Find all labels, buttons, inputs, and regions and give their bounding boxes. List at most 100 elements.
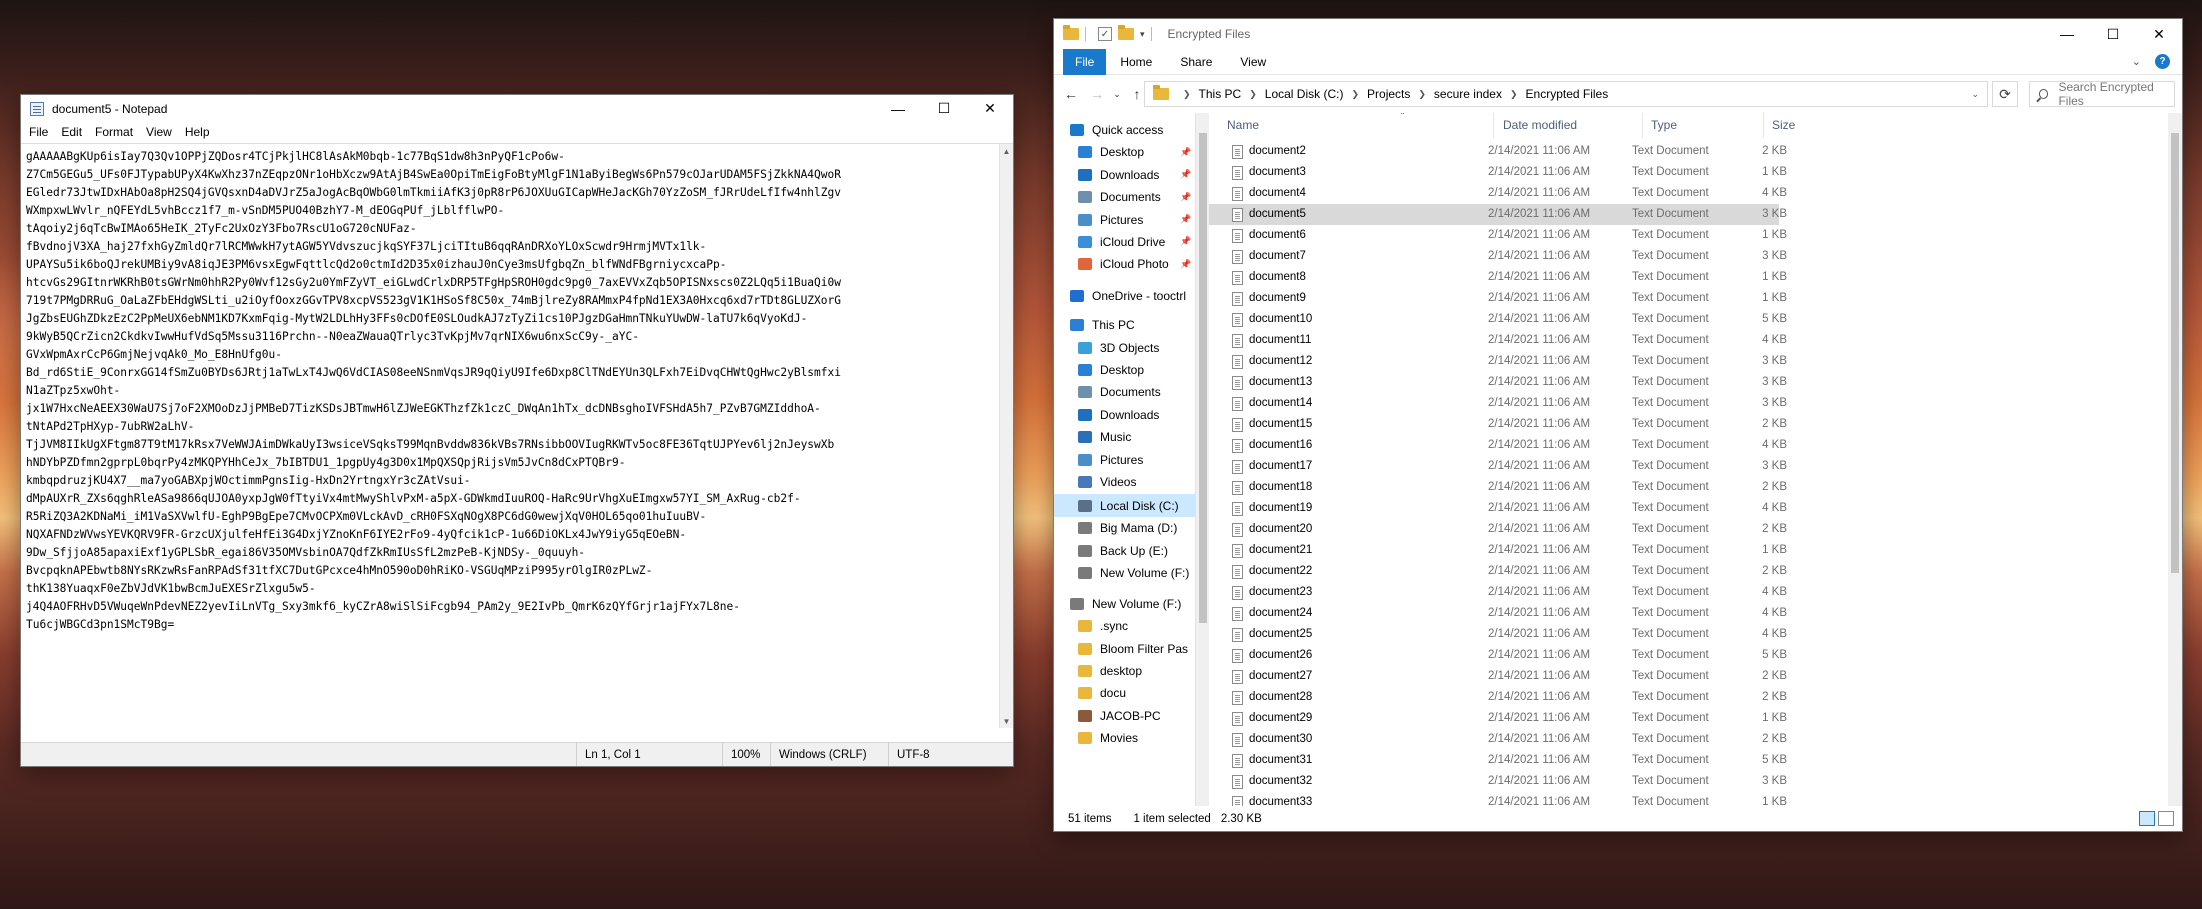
nav-item[interactable]: Documents 📌 <box>1054 186 1191 209</box>
table-row[interactable]: document22 2/14/2021 11:06 AM Text Documen… <box>1209 561 1787 582</box>
nav-item[interactable]: iCloud Drive 📌 <box>1054 230 1191 253</box>
nav-item[interactable]: Downloads <box>1054 403 1159 426</box>
nav-item[interactable]: New Volume (F:) <box>1054 592 1181 615</box>
pin-icon[interactable]: 📌 <box>1180 214 1191 225</box>
table-row[interactable]: document27 2/14/2021 11:06 AM Text Documen… <box>1209 666 1787 687</box>
column-header-type[interactable]: Type <box>1643 113 1764 138</box>
file-list[interactable]: ⌃ Name Date modified Type Size document2… <box>1209 113 2182 806</box>
table-row[interactable]: document33 2/14/2021 11:06 AM Text Documen… <box>1209 792 1787 806</box>
nav-item[interactable]: 3D Objects <box>1054 336 1159 359</box>
nav-item[interactable]: .sync <box>1054 615 1128 638</box>
notepad-titlebar[interactable]: document5 - Notepad — ☐ ✕ <box>21 95 1013 122</box>
table-row[interactable]: document19 2/14/2021 11:06 AM Text Documen… <box>1209 498 1787 519</box>
table-row[interactable]: document5 2/14/2021 11:06 AM Text Document… <box>1209 204 1787 225</box>
table-row[interactable]: document20 2/14/2021 11:06 AM Text Documen… <box>1209 519 1787 540</box>
maximize-button[interactable]: ☐ <box>921 95 967 122</box>
large-icons-view-icon[interactable] <box>2158 811 2174 826</box>
tab-home[interactable]: Home <box>1106 49 1166 75</box>
breadcrumb-encrypted-files[interactable]: Encrypted Files <box>1526 87 1609 101</box>
table-row[interactable]: document4 2/14/2021 11:06 AM Text Document… <box>1209 183 1787 204</box>
details-view-icon[interactable] <box>2139 811 2155 826</box>
table-row[interactable]: document28 2/14/2021 11:06 AM Text Documen… <box>1209 687 1787 708</box>
column-header-date[interactable]: Date modified <box>1495 113 1643 138</box>
nav-item[interactable]: This PC <box>1054 314 1135 337</box>
search-input[interactable]: Search Encrypted Files <box>2029 80 2175 108</box>
chevron-right-icon[interactable]: ❯ <box>1351 89 1359 100</box>
scroll-up-arrow-icon[interactable]: ▲ <box>1000 144 1013 158</box>
address-bar[interactable]: ❯ This PC ❯ Local Disk (C:) ❯ Projects ❯… <box>1144 81 1988 107</box>
minimize-button[interactable]: — <box>875 95 921 122</box>
notepad-window[interactable]: document5 - Notepad — ☐ ✕ File Edit Form… <box>21 95 1013 766</box>
recent-locations-icon[interactable]: ⌄ <box>1110 89 1124 100</box>
menu-edit[interactable]: Edit <box>61 125 82 139</box>
table-row[interactable]: document9 2/14/2021 11:06 AM Text Document… <box>1209 288 1787 309</box>
chevron-right-icon[interactable]: ❯ <box>1510 89 1518 100</box>
menu-view[interactable]: View <box>146 125 172 139</box>
breadcrumb-local-disk[interactable]: Local Disk (C:) <box>1265 87 1344 101</box>
maximize-button[interactable]: ☐ <box>2090 19 2136 49</box>
tab-share[interactable]: Share <box>1166 49 1226 75</box>
table-row[interactable]: document6 2/14/2021 11:06 AM Text Document… <box>1209 225 1787 246</box>
nav-item[interactable]: Documents <box>1054 381 1161 404</box>
pin-icon[interactable]: 📌 <box>1180 236 1191 247</box>
table-row[interactable]: document25 2/14/2021 11:06 AM Text Documen… <box>1209 624 1787 645</box>
menu-file[interactable]: File <box>29 125 48 139</box>
nav-item[interactable]: Bloom Filter Pas <box>1054 637 1188 660</box>
table-row[interactable]: document11 2/14/2021 11:06 AM Text Documen… <box>1209 330 1787 351</box>
column-header-name[interactable]: Name <box>1219 113 1494 138</box>
table-row[interactable]: document16 2/14/2021 11:06 AM Text Documen… <box>1209 435 1787 456</box>
notepad-content[interactable]: gAAAAABgKUp6isIay7Q3Qv1OPPjZQDosr4TCjPkj… <box>26 148 996 734</box>
scrollbar-thumb[interactable] <box>1199 133 1207 623</box>
new-folder-icon[interactable] <box>1118 25 1134 40</box>
nav-item[interactable]: Pictures 📌 <box>1054 208 1191 231</box>
notepad-vertical-scrollbar[interactable]: ▲ ▼ <box>999 144 1013 728</box>
pin-icon[interactable]: 📌 <box>1180 147 1191 158</box>
table-row[interactable]: document3 2/14/2021 11:06 AM Text Document… <box>1209 162 1787 183</box>
nav-item[interactable]: JACOB-PC <box>1054 704 1161 727</box>
table-row[interactable]: document29 2/14/2021 11:06 AM Text Documen… <box>1209 708 1787 729</box>
notepad-text-area[interactable]: gAAAAABgKUp6isIay7Q3Qv1OPPjZQDosr4TCjPkj… <box>21 143 1013 741</box>
nav-item[interactable]: Movies <box>1054 727 1138 750</box>
nav-item[interactable]: New Volume (F:) <box>1054 562 1189 585</box>
table-row[interactable]: document8 2/14/2021 11:06 AM Text Document… <box>1209 267 1787 288</box>
expand-ribbon-icon[interactable]: ⌄ <box>2132 55 2141 68</box>
close-button[interactable]: ✕ <box>2136 19 2182 49</box>
menu-format[interactable]: Format <box>95 125 133 139</box>
table-row[interactable]: document18 2/14/2021 11:06 AM Text Documen… <box>1209 477 1787 498</box>
table-row[interactable]: document26 2/14/2021 11:06 AM Text Documen… <box>1209 645 1787 666</box>
table-row[interactable]: document32 2/14/2021 11:06 AM Text Documen… <box>1209 771 1787 792</box>
pin-icon[interactable]: 📌 <box>1180 169 1191 180</box>
navigation-pane[interactable]: Quick access Desktop 📌 Downloads 📌 Documents 📌… <box>1054 113 1195 806</box>
breadcrumb-this-pc[interactable]: This PC <box>1199 87 1242 101</box>
back-icon[interactable]: ← <box>1058 86 1084 102</box>
menu-help[interactable]: Help <box>185 125 210 139</box>
chevron-down-icon[interactable]: ⌄ <box>1971 89 1979 100</box>
nav-item[interactable]: OneDrive - tooctrl <box>1054 285 1186 308</box>
chevron-right-icon[interactable]: ❯ <box>1183 89 1191 100</box>
nav-item[interactable]: Desktop 📌 <box>1054 141 1191 164</box>
table-row[interactable]: document12 2/14/2021 11:06 AM Text Documen… <box>1209 351 1787 372</box>
nav-item[interactable]: Videos <box>1054 471 1136 494</box>
nav-item[interactable]: Desktop <box>1054 359 1144 382</box>
nav-item[interactable]: desktop <box>1054 659 1142 682</box>
scroll-down-arrow-icon[interactable]: ▼ <box>1000 714 1013 728</box>
nav-item[interactable]: iCloud Photo 📌 <box>1054 253 1191 276</box>
close-button[interactable]: ✕ <box>967 95 1013 122</box>
help-icon[interactable]: ? <box>2155 54 2170 69</box>
breadcrumb-projects[interactable]: Projects <box>1367 87 1410 101</box>
explorer-window[interactable]: ✓ ▾ Encrypted Files — ☐ ✕ File Home Shar… <box>1054 19 2182 831</box>
scrollbar-thumb[interactable] <box>2171 133 2179 573</box>
table-row[interactable]: document31 2/14/2021 11:06 AM Text Documen… <box>1209 750 1787 771</box>
table-row[interactable]: document24 2/14/2021 11:06 AM Text Documen… <box>1209 603 1787 624</box>
table-row[interactable]: document2 2/14/2021 11:06 AM Text Document… <box>1209 141 1787 162</box>
breadcrumb-secure-index[interactable]: secure index <box>1434 87 1502 101</box>
chevron-right-icon[interactable]: ❯ <box>1418 89 1426 100</box>
nav-item[interactable]: Back Up (E:) <box>1054 539 1168 562</box>
nav-item[interactable]: docu <box>1054 682 1126 705</box>
nav-item[interactable]: Quick access <box>1054 118 1163 141</box>
nav-item[interactable]: Local Disk (C:) <box>1054 494 1195 518</box>
table-row[interactable]: document23 2/14/2021 11:06 AM Text Documen… <box>1209 582 1787 603</box>
table-row[interactable]: document13 2/14/2021 11:06 AM Text Documen… <box>1209 372 1787 393</box>
customize-qat-icon[interactable]: ▾ <box>1140 29 1145 40</box>
tab-file[interactable]: File <box>1063 48 1107 75</box>
